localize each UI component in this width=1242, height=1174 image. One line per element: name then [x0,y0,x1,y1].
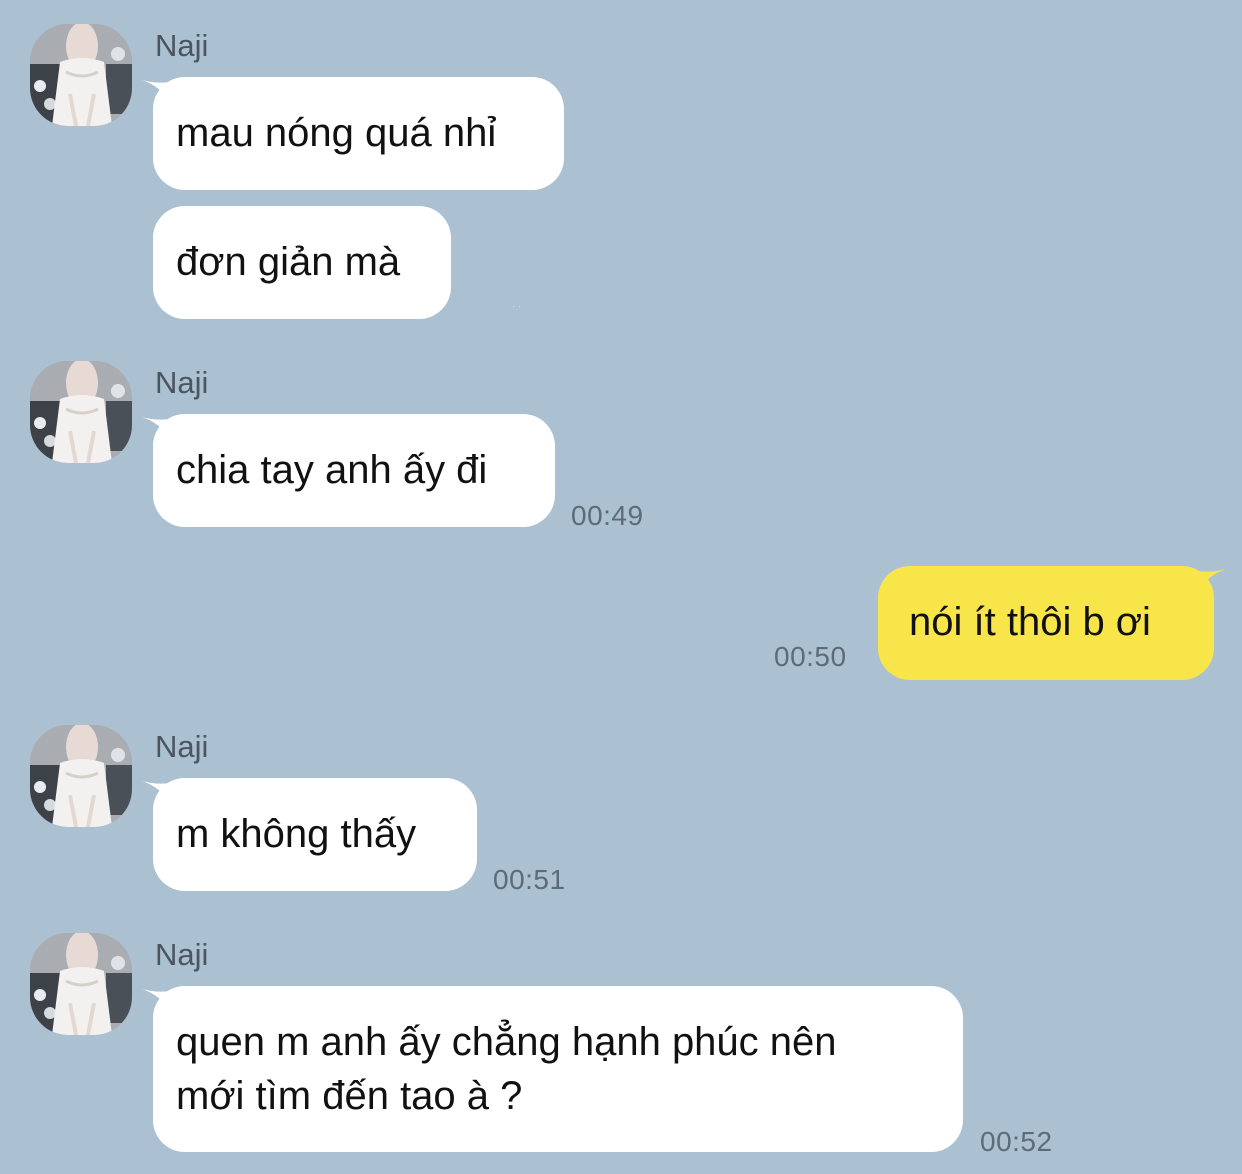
message-bubble[interactable]: chia tay anh ấy đi [153,414,555,527]
message-text: chia tay anh ấy đi [176,448,488,492]
message-bubble[interactable]: quen m anh ấy chẳng hạnh phúc nên mới tì… [153,986,963,1152]
message-bubble[interactable]: mau nóng quá nhỉ [153,77,564,190]
message-text-line: mới tìm đến tao à ? [176,1074,523,1118]
message-bubble[interactable]: nói ít thôi b ơi [878,566,1214,680]
sender-name: Naji [155,365,209,400]
sender-avatar[interactable] [30,361,132,463]
message-bubble[interactable]: m không thấy [153,778,477,891]
sender-avatar[interactable] [30,933,132,1035]
message-timestamp: 00:52 [980,1126,1053,1157]
sender-avatar[interactable] [30,725,132,827]
profile-photo-avatar-icon [30,725,132,827]
profile-photo-avatar-icon [30,24,132,126]
message-text: m không thấy [176,812,417,856]
sender-avatar[interactable] [30,24,132,126]
message-text: mau nóng quá nhỉ [176,111,497,155]
message-timestamp: 00:49 [571,500,644,531]
message-text: đơn giản mà [176,240,401,284]
sender-name: Naji [155,937,209,972]
bubble-tail [1198,569,1226,591]
message-text: nói ít thôi b ơi [909,600,1151,644]
message-timestamp: 00:51 [493,864,566,895]
message-bubble[interactable]: đơn giản mà [153,206,451,319]
message-timestamp: 00:50 [774,641,847,672]
profile-photo-avatar-icon [30,361,132,463]
sender-name: Naji [155,729,209,764]
profile-photo-avatar-icon [30,933,132,1035]
bubble-shadow-speck: · · [512,301,522,312]
message-text-line: quen m anh ấy chẳng hạnh phúc nên [176,1020,837,1064]
sender-name: Naji [155,28,209,63]
